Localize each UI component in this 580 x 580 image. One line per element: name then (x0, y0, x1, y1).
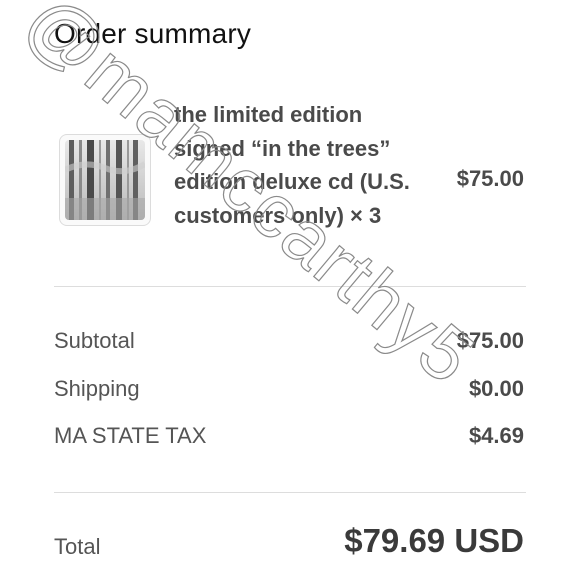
tax-value: $4.69 (468, 423, 524, 448)
product-line-item: the limited edition signed “in the trees… (54, 98, 524, 268)
subtotal-row: Subtotal $75.00 (54, 328, 524, 358)
product-name: the limited edition signed “in the trees… (174, 102, 410, 228)
order-summary-page: Order summary the limited edition signed… (0, 0, 580, 580)
page-title: Order summary (54, 18, 252, 49)
total-label: Total (54, 534, 101, 559)
total-value: $79.69 USD (344, 522, 524, 559)
subtotal-label: Subtotal (54, 328, 135, 353)
tax-label: MA STATE TAX (54, 423, 207, 448)
tax-row: MA STATE TAX $4.69 (54, 423, 524, 453)
album-cover-image (65, 140, 145, 220)
divider (54, 492, 526, 493)
shipping-label: Shipping (54, 376, 140, 401)
total-row: Total $79.69 USD (54, 522, 524, 566)
subtotal-value: $75.00 (456, 328, 524, 353)
product-thumbnail (59, 134, 151, 226)
divider (54, 286, 526, 287)
product-price: $75.00 (456, 166, 524, 191)
shipping-row: Shipping $0.00 (54, 376, 524, 406)
shipping-value: $0.00 (468, 376, 524, 401)
watermark: @mamccarthy5 (8, 0, 491, 402)
